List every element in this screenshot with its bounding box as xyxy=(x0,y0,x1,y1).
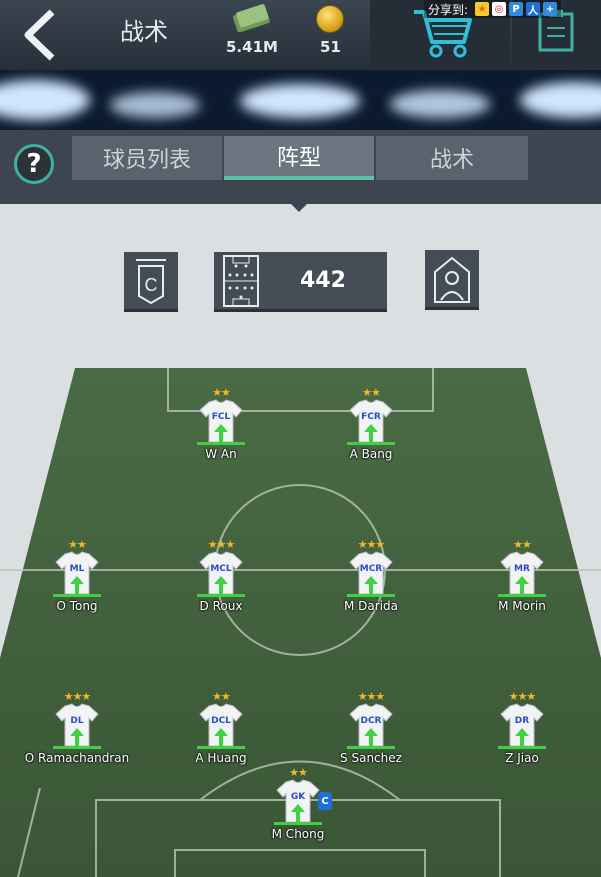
player-name: M Darida xyxy=(344,599,398,613)
captain-letter: C xyxy=(145,275,158,295)
formation-value: 442 xyxy=(300,268,346,293)
ready-bar xyxy=(498,594,546,597)
player-name: A Bang xyxy=(349,447,393,461)
formation-pitch-icon xyxy=(223,255,259,307)
manager-button[interactable] xyxy=(425,250,479,310)
position-label: FCR xyxy=(361,412,381,422)
player-card[interactable]: ★★★ MCL D Roux xyxy=(156,538,286,648)
tab-pointer xyxy=(289,202,309,212)
position-label: MR xyxy=(514,564,530,574)
tab-player-list[interactable]: 球员列表 xyxy=(72,136,222,180)
captain-band-icon: C xyxy=(136,259,166,305)
position-label: DCL xyxy=(211,716,231,726)
pengyou-icon[interactable]: P xyxy=(509,2,524,16)
coin-icon xyxy=(316,5,344,33)
person-icon xyxy=(434,256,470,303)
player-card[interactable]: ★★ GK M Chong C xyxy=(233,766,363,876)
captain-button[interactable]: C xyxy=(124,252,178,312)
position-label: FCL xyxy=(211,412,231,422)
ready-bar xyxy=(197,594,245,597)
player-name: O Tong xyxy=(56,599,98,613)
position-label: MCR xyxy=(359,564,383,574)
player-name: M Chong xyxy=(271,827,325,841)
position-label: DCR xyxy=(360,716,382,726)
player-name: O Ramachandran xyxy=(24,751,130,765)
tab-tactics[interactable]: 战术 xyxy=(376,136,528,180)
position-label: MCL xyxy=(210,564,232,574)
player-name: Z Jiao xyxy=(505,751,539,765)
ready-bar xyxy=(197,746,245,749)
ready-bar xyxy=(53,746,101,749)
cash-icon xyxy=(232,4,270,32)
player-name: A Huang xyxy=(195,751,247,765)
player-card[interactable]: ★★★ DL O Ramachandran xyxy=(12,690,142,800)
back-arrow-icon[interactable] xyxy=(18,6,66,64)
coin-count: 51 xyxy=(320,38,341,56)
player-name: M Morin xyxy=(498,599,546,613)
tab-formation[interactable]: 阵型 xyxy=(224,136,374,180)
player-name: S Sanchez xyxy=(340,751,402,765)
player-name: W An xyxy=(205,447,237,461)
ready-bar xyxy=(498,746,546,749)
player-card[interactable]: ★★★ DR Z Jiao xyxy=(457,690,587,800)
share-bar: 分享到: ★ ◎ P 人 + xyxy=(424,0,562,18)
ready-bar xyxy=(347,442,395,445)
player-card[interactable]: ★★ FCR A Bang xyxy=(306,386,436,496)
money-amount: 5.41M xyxy=(226,38,278,56)
renren-icon[interactable]: 人 xyxy=(526,2,541,17)
share-label: 分享到: xyxy=(428,2,469,17)
player-card[interactable]: ★★★ MCR M Darida xyxy=(306,538,436,648)
player-card[interactable]: ★★ FCL W An xyxy=(156,386,286,496)
ready-bar xyxy=(53,594,101,597)
ready-bar xyxy=(347,746,395,749)
ready-bar xyxy=(274,822,322,825)
player-card[interactable]: ★★ MR M Morin xyxy=(457,538,587,648)
qzone-icon[interactable]: ★ xyxy=(475,2,490,16)
position-label: DL xyxy=(70,716,84,726)
position-label: ML xyxy=(69,564,85,574)
help-button[interactable]: ? xyxy=(14,144,54,184)
position-label: GK xyxy=(290,792,306,802)
ready-bar xyxy=(347,594,395,597)
player-name: D Roux xyxy=(199,599,243,613)
position-label: DR xyxy=(514,716,530,726)
captain-badge: C xyxy=(318,792,332,810)
stadium-lights-banner xyxy=(0,70,601,130)
weibo-icon[interactable]: ◎ xyxy=(492,2,507,16)
more-share-icon[interactable]: + xyxy=(543,2,558,16)
ready-bar xyxy=(197,442,245,445)
player-card[interactable]: ★★ ML O Tong xyxy=(12,538,142,648)
page-title: 战术 xyxy=(120,18,168,46)
